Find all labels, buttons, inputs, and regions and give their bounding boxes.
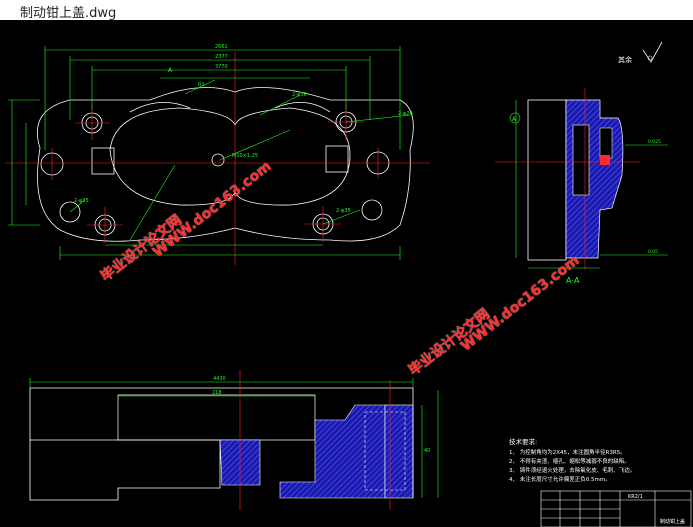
- dim-top3: 3770: [215, 64, 228, 70]
- drawing-canvas[interactable]: 2661 2377 3770 M10×1.25 2-φ36 2-φ20 2-φ3…: [0, 20, 693, 527]
- dim-hole-right2: 2-φ35: [336, 208, 351, 214]
- dim-bottom-inner: 218: [212, 390, 222, 396]
- dim-top1: 2661: [215, 44, 228, 50]
- roughness-symbol: 其余: [618, 41, 663, 64]
- note-item: 1、 为控制角均为2X45，未注圆角半径R3R5。: [509, 450, 626, 456]
- front-view: 4430 218 40: [29, 370, 439, 510]
- section-label: A-A: [566, 276, 580, 285]
- notes-heading: 技术要求:: [509, 438, 538, 446]
- dim-top2: 2377: [215, 54, 228, 60]
- dim-hole-right: 2-φ20: [398, 111, 413, 117]
- dim-hole-top: 2-φ36: [292, 92, 307, 98]
- dim-thread: M10×1.25: [232, 153, 258, 159]
- dim-hole-left: 2-φ35: [74, 198, 89, 204]
- title-block-name: 制动钳上盖: [660, 518, 685, 525]
- tol-bottom: 0.05: [648, 249, 658, 255]
- section-view: 0.025 0.05 A-A A: [495, 88, 668, 285]
- dim-bottom-height: 40: [424, 448, 430, 454]
- title-bar: 制动钳上盖.dwg: [0, 0, 693, 21]
- tol-right: 0.025: [648, 139, 661, 145]
- roughness-label: 其余: [618, 55, 632, 64]
- note-item: 3、 铸件须经退火处理，去除氧化皮、毛刺、飞边。: [509, 468, 636, 474]
- dim-bottom-width: 4430: [213, 376, 226, 382]
- title-block-code: KR2/1: [628, 494, 643, 500]
- dim-radius: R1: [198, 82, 205, 88]
- top-view: [36, 87, 414, 242]
- note-item: 2、 不得有夹渣、缩孔、缩松等减弱不良的缺陷。: [509, 459, 630, 465]
- note-item: 4、 未注长度尺寸允许偏差正负0.5mm。: [509, 477, 611, 483]
- top-view-centerlines: [5, 52, 430, 265]
- section-marker-top: A: [168, 67, 173, 74]
- window-title: 制动钳上盖.dwg: [20, 6, 117, 21]
- technical-requirements: 技术要求: 1、 为控制角均为2X45，未注圆角半径R3R5。 2、 不得有夹渣…: [509, 438, 689, 485]
